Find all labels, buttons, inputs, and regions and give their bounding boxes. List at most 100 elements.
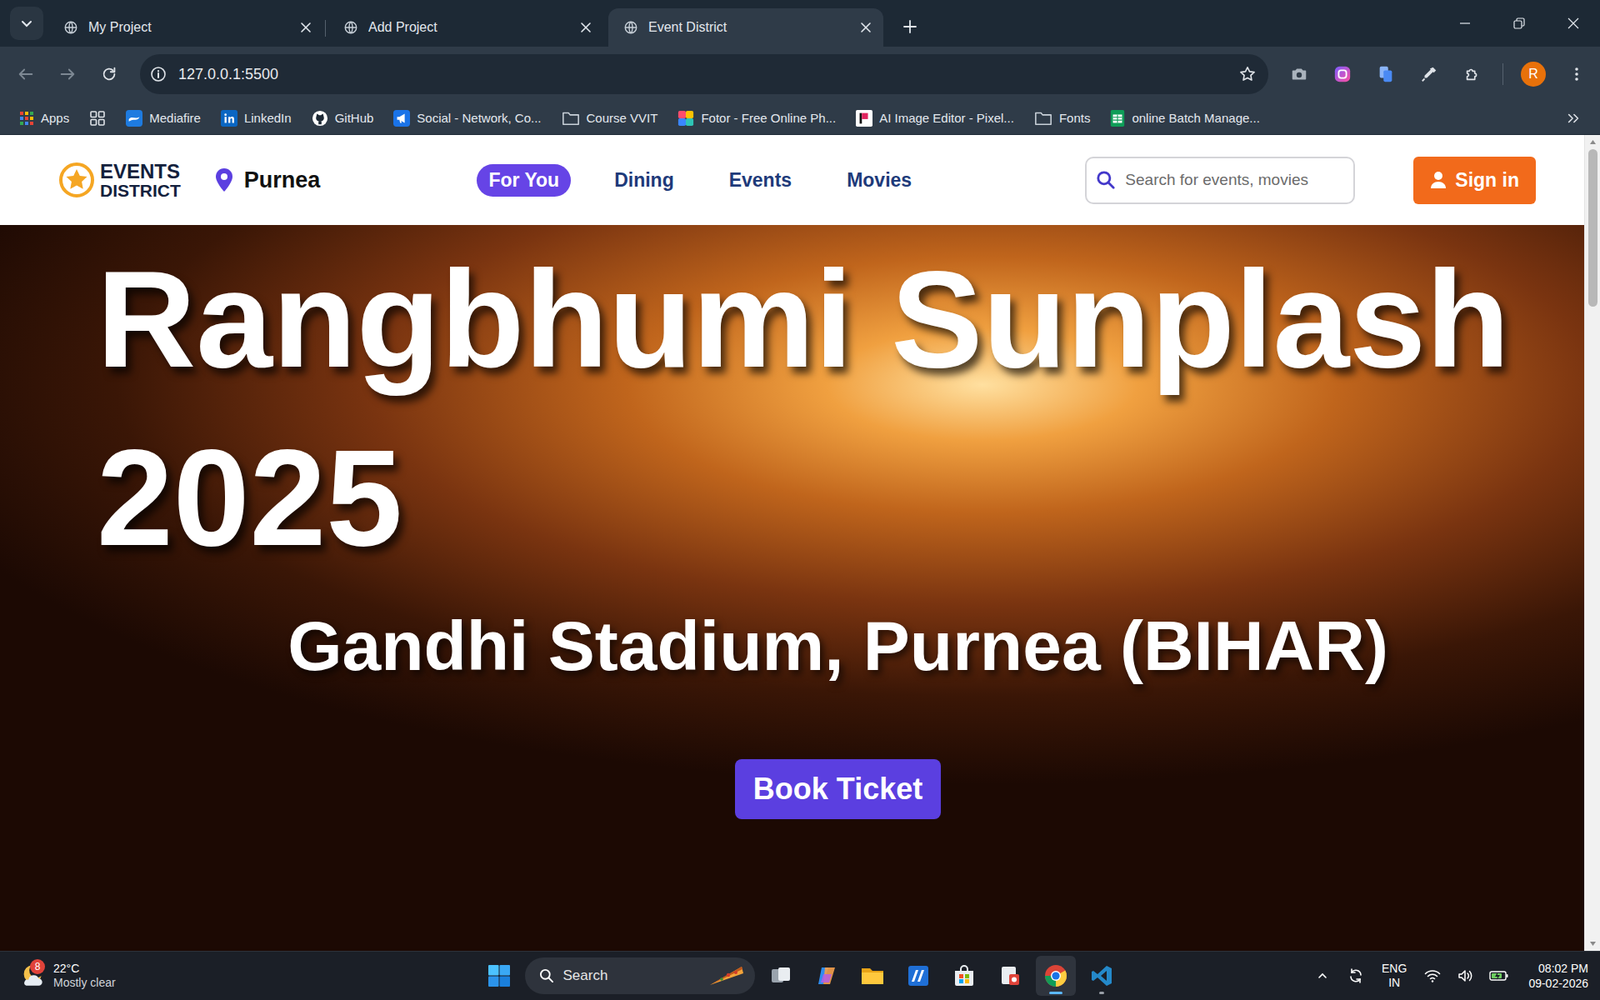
bookmark-label: Mediafire [149,110,201,125]
input-language[interactable]: ENGIN [1375,961,1414,991]
browser-tab[interactable]: Event District [608,8,884,47]
volume-icon[interactable] [1451,959,1480,993]
up-arrow-icon [1589,139,1597,145]
bookmark[interactable]: Fotor - Free Online Ph... [670,105,844,131]
location-picker[interactable]: Purnea [214,167,321,194]
running-indicator [778,991,784,995]
restore-icon[interactable] [1491,0,1546,47]
address-bar[interactable]: 127.0.0.1:5500 [140,54,1269,95]
site-search[interactable] [1085,156,1355,205]
close-icon[interactable] [860,21,872,34]
tab-title: My Project [88,20,290,35]
bookmark[interactable]: Apps [11,106,77,130]
sign-in-button[interactable]: Sign in [1413,156,1536,205]
taskbar-app[interactable] [760,955,801,996]
nav-link[interactable]: Events [717,164,804,197]
camera-icon[interactable] [1282,57,1316,91]
puzzle-icon[interactable] [1455,57,1490,91]
scrollbar[interactable] [1584,135,1600,951]
battery-icon[interactable] [1485,959,1514,993]
running-indicator [1049,991,1063,995]
site-logo[interactable]: EVENTSDISTRICT [58,161,181,200]
close-icon[interactable] [580,21,592,34]
store-icon [952,964,976,988]
nav-link[interactable]: Dining [602,164,686,197]
show-hidden-icon[interactable] [1308,959,1337,993]
scroll-down-button[interactable] [1589,936,1597,951]
bookmark-folder[interactable]: Course VVIT [554,105,666,131]
weather-widget[interactable]: 822°CMostly clear [0,961,480,991]
bookmark-label: LinkedIn [244,110,292,125]
menu-dots-icon[interactable] [1560,57,1594,91]
book-ticket-button[interactable]: Book Ticket [735,759,941,820]
scroll-track[interactable] [1585,149,1600,937]
bookmark[interactable]: online Batch Manage... [1102,105,1267,131]
taskbar-app[interactable] [944,955,985,996]
running-indicator [1007,991,1013,995]
minimize-icon[interactable] [1437,0,1492,47]
extensions: R [1282,57,1600,91]
profile-avatar[interactable]: R [1520,61,1546,87]
taskbar: 822°CMostly clear Search ENGIN 08:02 PM09-0… [0,950,1600,1000]
scroll-thumb[interactable] [1588,149,1598,307]
bookmark-label: GitHub [335,110,375,125]
browser-tab[interactable]: My Project [48,8,324,47]
explorer-icon [860,964,885,988]
extension-docs-icon[interactable] [1369,57,1403,91]
double-chevron-icon [1565,110,1581,126]
more-bookmarks-button[interactable] [1558,106,1589,130]
bookmark[interactable]: AI Image Editor - Pixel... [848,105,1022,131]
search-icon [538,967,555,985]
browser-tab[interactable]: Add Project [328,8,604,47]
new-tab-button[interactable] [893,10,927,44]
bookmark[interactable] [81,105,114,131]
taskbar-app[interactable] [990,955,1030,996]
sync-icon[interactable] [1341,959,1370,993]
weather-text: 22°CMostly clear [53,961,116,991]
system-tray: ENGIN 08:02 PM09-02-2026 [1121,959,1600,993]
bookmarks-bar: Apps Mediafire LinkedIn GitHub Social - Netw… [0,101,1600,135]
taskbar-app[interactable] [852,955,893,996]
taskbar-app[interactable] [806,955,847,996]
bluetool-icon [906,964,930,988]
taskbar-app[interactable] [1081,955,1122,996]
reload-button[interactable] [92,57,126,91]
tabgroups-icon [89,110,106,127]
bookmark[interactable]: GitHub [304,105,382,131]
bookmark[interactable]: Social - Network, Co... [385,105,549,131]
button-row: Book Ticket [0,759,1585,820]
logo-word: EVENTS [100,161,181,182]
address-url[interactable]: 127.0.0.1:5500 [178,65,1227,84]
web-content: EVENTSDISTRICT Purnea For You Dining Events M… [0,135,1600,951]
down-arrow-icon [1589,940,1597,947]
search-input[interactable] [1123,170,1345,190]
start-button[interactable] [479,955,520,996]
clock[interactable]: 08:02 PM09-02-2026 [1518,960,1589,991]
temperature: 22°C [53,961,116,977]
bookmark[interactable]: Mediafire [118,105,209,131]
user-icon [1430,170,1447,190]
site-info-icon[interactable] [150,65,167,83]
taskbar-app[interactable] [898,955,939,996]
back-button[interactable] [9,57,43,91]
forward-button[interactable] [50,57,85,91]
taskbar-app[interactable] [1035,955,1076,996]
bookmark-star-icon[interactable] [1238,65,1257,84]
scroll-up-button[interactable] [1589,135,1597,150]
weather-icon-box: 8 [18,961,47,990]
wifi-icon[interactable] [1418,959,1447,993]
copilot-icon [815,964,839,988]
close-window-icon[interactable] [1545,0,1600,47]
bookmark-folder[interactable]: Fonts [1026,105,1099,131]
eyedropper-icon[interactable] [1412,57,1446,91]
bookmark[interactable]: LinkedIn [213,105,300,131]
tab-search-button[interactable] [10,6,44,40]
chrome-icon [1043,963,1069,989]
close-icon[interactable] [300,21,312,34]
nav-link[interactable]: Movies [835,164,924,197]
extension-gradient-icon[interactable] [1325,57,1360,91]
event-venue: Gandhi Stadium, Purnea (BIHAR) [0,604,1585,688]
bookmark-label: Social - Network, Co... [416,110,541,125]
taskbar-search[interactable]: Search [525,957,755,995]
nav-link[interactable]: For You [476,164,571,197]
